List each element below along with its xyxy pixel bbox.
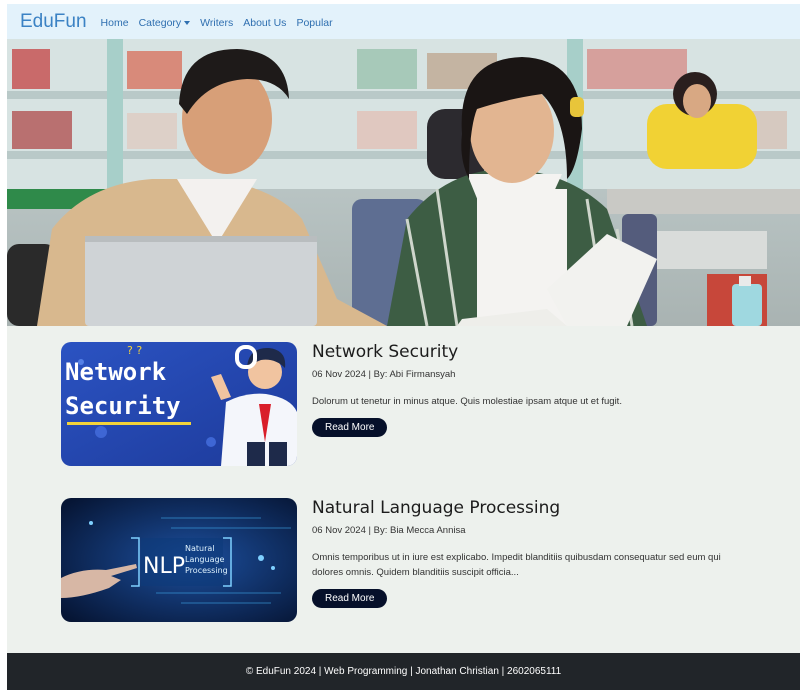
read-more-button[interactable]: Read More	[312, 589, 388, 608]
article-list: ? ? Network Security Network Security 06…	[7, 326, 800, 653]
nav-about-us[interactable]: About Us	[243, 17, 286, 29]
processing-text: Processing	[185, 566, 228, 575]
nav-writers-label: Writers	[200, 16, 234, 29]
natural-text: Natural	[185, 544, 215, 553]
thumb-word-1: Network	[65, 358, 167, 386]
page: EduFun Home Category Writers About Us Po…	[7, 4, 800, 690]
article-excerpt: Dolorum ut tenetur in minus atque. Quis …	[312, 396, 622, 407]
nav-links: Home Category Writers About Us Popular	[101, 17, 343, 29]
hero-students-illustration	[7, 39, 800, 326]
question-marks-text: ? ?	[127, 344, 142, 357]
footer-text: © EduFun 2024 | Web Programming | Jonath…	[245, 666, 562, 677]
article-title[interactable]: Natural Language Processing	[312, 498, 732, 518]
nav-writers[interactable]: Writers	[200, 17, 233, 29]
footer: © EduFun 2024 | Web Programming | Jonath…	[7, 653, 800, 690]
hero-image	[7, 39, 800, 326]
article-thumbnail[interactable]: NLP Natural Language Processing	[61, 498, 297, 622]
nav-home-label: Home	[100, 16, 129, 29]
nav-home[interactable]: Home	[101, 17, 129, 29]
article-excerpt: Omnis temporibus ut in iure est explicab…	[312, 552, 721, 578]
article-thumbnail[interactable]: ? ? Network Security	[61, 342, 297, 466]
navbar: EduFun Home Category Writers About Us Po…	[7, 4, 800, 39]
network-security-image: ? ? Network Security	[61, 342, 297, 466]
article-body: Network Security 06 Nov 2024 | By: Abi F…	[312, 342, 732, 437]
nav-popular-label: Popular	[296, 16, 333, 29]
article-title[interactable]: Network Security	[312, 342, 732, 362]
nav-about-label: About Us	[243, 16, 287, 29]
article-body: Natural Language Processing 06 Nov 2024 …	[312, 498, 732, 608]
brand-logo[interactable]: EduFun	[20, 11, 87, 33]
read-more-button[interactable]: Read More	[312, 418, 388, 437]
nav-popular[interactable]: Popular	[296, 17, 332, 29]
article-meta: 06 Nov 2024 | By: Abi Firmansyah	[312, 369, 456, 380]
language-text: Language	[185, 555, 225, 564]
nlp-image: NLP Natural Language Processing	[61, 498, 297, 622]
nav-category-label: Category	[138, 16, 182, 29]
thumb-word-2: Security	[65, 392, 181, 420]
nav-category-dropdown[interactable]: Category	[139, 17, 191, 29]
nlp-text: NLP	[143, 554, 185, 579]
caret-down-icon	[184, 20, 191, 25]
article-meta: 06 Nov 2024 | By: Bia Mecca Annisa	[312, 525, 466, 536]
